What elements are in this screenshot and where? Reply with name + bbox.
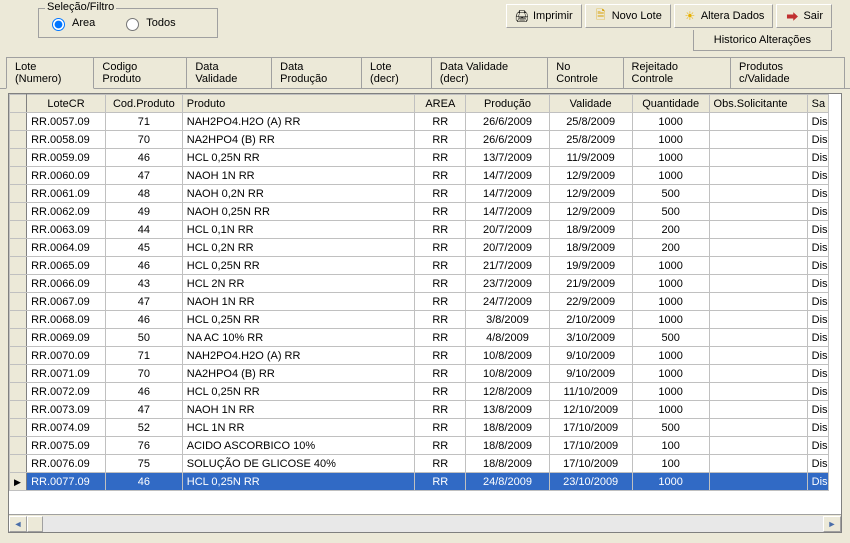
- table-row[interactable]: RR.0071.0970NA2HPO4 (B) RRRR10/8/20099/1…: [10, 365, 829, 383]
- col-prod[interactable]: Produto: [182, 95, 414, 113]
- tab-7[interactable]: Rejeitado Controle: [623, 57, 731, 88]
- tab-1[interactable]: Codigo Produto: [93, 57, 187, 88]
- header-row: LoteCR Cod.Produto Produto AREA Produção…: [10, 95, 829, 113]
- table-row[interactable]: RR.0072.0946HCL 0,25N RRRR12/8/200911/10…: [10, 383, 829, 401]
- table-row[interactable]: RR.0064.0945HCL 0,2N RRRR20/7/200918/9/2…: [10, 239, 829, 257]
- new-doc-icon: 🗎: [594, 9, 608, 23]
- col-cod[interactable]: Cod.Produto: [105, 95, 182, 113]
- print-button[interactable]: 🖨 Imprimir: [506, 4, 582, 28]
- table-row[interactable]: RR.0059.0946HCL 0,25N RRRR13/7/200911/9/…: [10, 149, 829, 167]
- table-row[interactable]: RR.0058.0970NA2HPO4 (B) RRRR26/6/200925/…: [10, 131, 829, 149]
- col-area[interactable]: AREA: [415, 95, 466, 113]
- table-row[interactable]: RR.0074.0952HCL 1N RRRR18/8/200917/10/20…: [10, 419, 829, 437]
- col-dval[interactable]: Validade: [549, 95, 632, 113]
- table-row[interactable]: RR.0068.0946HCL 0,25N RRRR3/8/20092/10/2…: [10, 311, 829, 329]
- col-qtd[interactable]: Quantidade: [632, 95, 709, 113]
- exit-button[interactable]: ⮕ Sair: [776, 4, 832, 28]
- col-obs[interactable]: Obs.Solicitante: [709, 95, 807, 113]
- sun-icon: ☀: [683, 9, 697, 23]
- tab-3[interactable]: Data Produção: [271, 57, 362, 88]
- col-dprod[interactable]: Produção: [466, 95, 549, 113]
- history-tab[interactable]: Historico Alterações: [693, 30, 832, 51]
- scroll-left-icon[interactable]: ◄: [9, 516, 27, 532]
- new-lot-button[interactable]: 🗎 Novo Lote: [585, 4, 671, 28]
- table-row[interactable]: ▶RR.0077.0946HCL 0,25N RRRR24/8/200923/1…: [10, 473, 829, 491]
- table-row[interactable]: RR.0075.0976ACIDO ASCORBICO 10%RR18/8/20…: [10, 437, 829, 455]
- radio-todos[interactable]: Todos: [121, 15, 175, 31]
- table-row[interactable]: RR.0066.0943HCL 2N RRRR23/7/200921/9/200…: [10, 275, 829, 293]
- tab-strip: Lote (Numero)Codigo ProdutoData Validade…: [0, 51, 850, 89]
- edit-button[interactable]: ☀ Altera Dados: [674, 4, 774, 28]
- scroll-right-icon[interactable]: ►: [823, 516, 841, 532]
- exit-icon: ⮕: [785, 9, 799, 23]
- table-row[interactable]: RR.0076.0975SOLUÇÃO DE GLICOSE 40%RR18/8…: [10, 455, 829, 473]
- tab-4[interactable]: Lote (decr): [361, 57, 432, 88]
- table-row[interactable]: RR.0069.0950NA AC 10% RRRR4/8/20093/10/2…: [10, 329, 829, 347]
- data-grid[interactable]: LoteCR Cod.Produto Produto AREA Produção…: [8, 93, 842, 533]
- table-row[interactable]: RR.0070.0971NAH2PO4.H2O (A) RRRR10/8/200…: [10, 347, 829, 365]
- col-lote[interactable]: LoteCR: [27, 95, 106, 113]
- radio-area[interactable]: Area: [47, 15, 95, 31]
- horizontal-scrollbar[interactable]: ◄ ►: [9, 514, 841, 532]
- table-row[interactable]: RR.0067.0947NAOH 1N RRRR24/7/200922/9/20…: [10, 293, 829, 311]
- table-row[interactable]: RR.0057.0971NAH2PO4.H2O (A) RRRR26/6/200…: [10, 113, 829, 131]
- table-row[interactable]: RR.0060.0947NAOH 1N RRRR14/7/200912/9/20…: [10, 167, 829, 185]
- table-row[interactable]: RR.0063.0944HCL 0,1N RRRR20/7/200918/9/2…: [10, 221, 829, 239]
- tab-8[interactable]: Produtos c/Validade: [730, 57, 845, 88]
- table-row[interactable]: RR.0061.0948NAOH 0,2N RRRR14/7/200912/9/…: [10, 185, 829, 203]
- filter-group: Seleção/Filtro Area Todos: [38, 8, 218, 38]
- filter-legend: Seleção/Filtro: [45, 1, 116, 13]
- tab-6[interactable]: No Controle: [547, 57, 623, 88]
- table-row[interactable]: RR.0062.0949NAOH 0,25N RRRR14/7/200912/9…: [10, 203, 829, 221]
- tab-2[interactable]: Data Validade: [186, 57, 272, 88]
- printer-icon: 🖨: [515, 9, 529, 23]
- table-row[interactable]: RR.0065.0946HCL 0,25N RRRR21/7/200919/9/…: [10, 257, 829, 275]
- col-sa[interactable]: Sa: [807, 95, 828, 113]
- tab-5[interactable]: Data Validade (decr): [431, 57, 548, 88]
- tab-0[interactable]: Lote (Numero): [6, 57, 94, 89]
- table-row[interactable]: RR.0073.0947NAOH 1N RRRR13/8/200912/10/2…: [10, 401, 829, 419]
